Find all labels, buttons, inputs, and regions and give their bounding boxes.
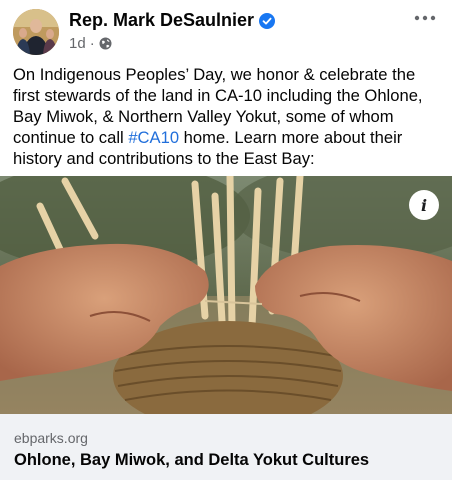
link-domain: ebparks.org: [14, 430, 88, 446]
globe-icon[interactable]: [99, 37, 112, 50]
post-text: On Indigenous Peoples’ Day, we honor & c…: [13, 64, 441, 169]
info-icon[interactable]: i: [409, 190, 439, 220]
post-timestamp[interactable]: 1d: [69, 35, 86, 52]
author-name[interactable]: Rep. Mark DeSaulnier: [69, 10, 276, 31]
meta-separator: ·: [89, 35, 95, 52]
link-title[interactable]: Ohlone, Bay Miwok, and Delta Yokut Cultu…: [14, 451, 369, 470]
post-meta: 1d ·: [69, 35, 112, 52]
video-thumbnail: [0, 176, 452, 414]
author-name-text[interactable]: Rep. Mark DeSaulnier: [69, 10, 254, 31]
avatar[interactable]: [13, 9, 59, 55]
post-video[interactable]: i: [0, 176, 452, 414]
verified-badge-icon: [259, 12, 276, 29]
more-options-icon[interactable]: [414, 11, 436, 23]
link-preview-card[interactable]: ebparks.org Ohlone, Bay Miwok, and Delta…: [0, 414, 452, 480]
hashtag-link[interactable]: #CA10: [128, 128, 179, 147]
post-header: Rep. Mark DeSaulnier 1d ·: [0, 0, 452, 62]
